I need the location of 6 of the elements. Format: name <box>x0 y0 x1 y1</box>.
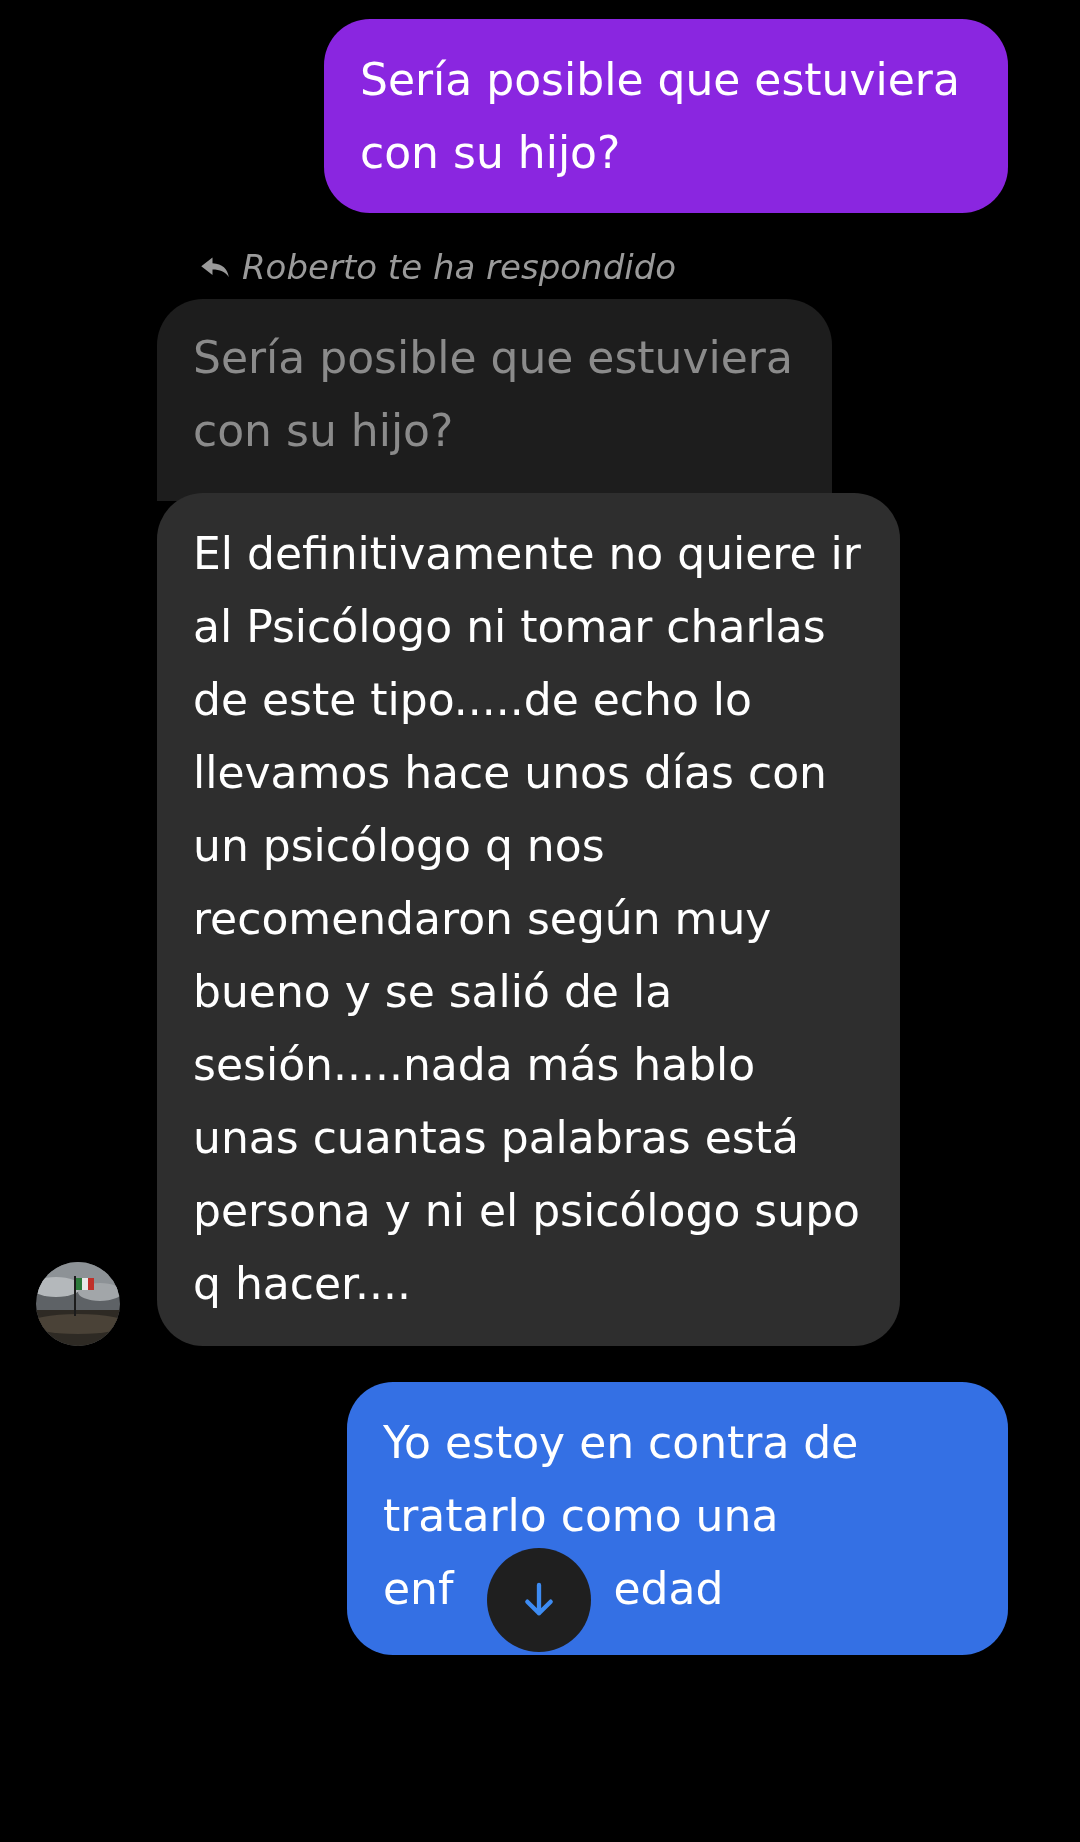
message-text: Sería posible que estuviera con su hijo? <box>360 53 961 180</box>
quoted-text: Sería posible que estuviera con su hijo? <box>193 331 794 458</box>
message-text: enf <box>383 1562 454 1616</box>
message-text: El definitivamente no quiere ir al Psicólogo ni tomar charlas de este tipo.....de echo lo llevamos hace unos días con un psicólogo q nos recomendaron según muy bueno y se salió de la sesión.....nada más hablo unas cuantas palabras está persona y ni el psicólogo supo q hacer.... <box>193 527 862 1311</box>
reply-label: Roberto te ha respondido <box>242 247 677 287</box>
message-text: edad <box>613 1562 724 1616</box>
